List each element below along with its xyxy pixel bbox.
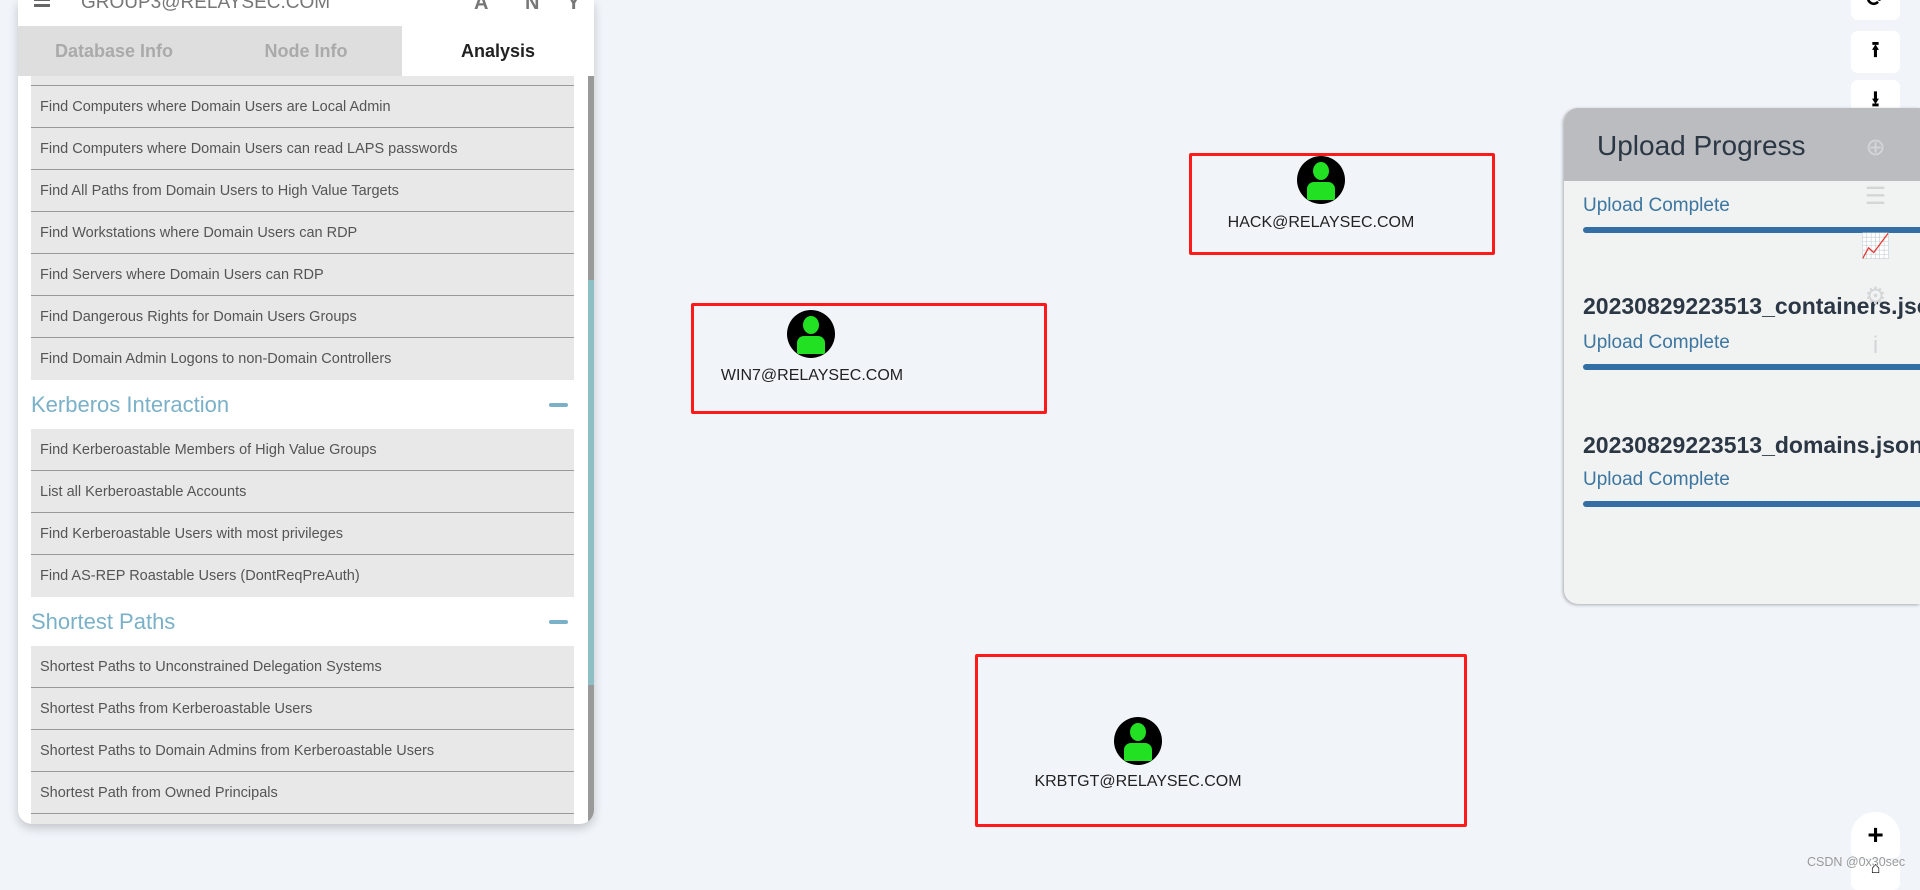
analysis-query-list: Find Computers where Domain Users are Lo… bbox=[31, 76, 574, 824]
list-item[interactable]: Find AS-REP Roastable Users (DontReqPreA… bbox=[31, 555, 574, 597]
highlight-box bbox=[691, 303, 1047, 414]
upload-status: Upload Complete bbox=[1583, 469, 1730, 490]
node-label[interactable]: KRBTGT@RELAYSEC.COM bbox=[1034, 773, 1241, 791]
highlight-box bbox=[975, 654, 1467, 827]
list-item[interactable]: Shortest Paths to Domain Admins from Ker… bbox=[31, 730, 574, 772]
tab-node-info[interactable]: Node Info bbox=[210, 26, 402, 76]
section-title: Kerberos Interaction bbox=[31, 391, 230, 417]
list-item[interactable]: Find Servers where Domain Users can RDP bbox=[31, 254, 574, 296]
section-kerberos-interaction[interactable]: Kerberos Interaction bbox=[31, 380, 574, 429]
upload-circle-icon[interactable]: ⊕ bbox=[1851, 133, 1900, 162]
list-item[interactable] bbox=[31, 76, 574, 86]
settings-icon[interactable]: ⚙ bbox=[1851, 282, 1900, 311]
panel-title: Upload Progress bbox=[1597, 130, 1806, 161]
refresh-icon[interactable]: ⟳ bbox=[1851, 0, 1900, 20]
tab-analysis[interactable]: Analysis bbox=[402, 26, 594, 76]
list-item[interactable]: Find Computers where Domain Users can re… bbox=[31, 128, 574, 170]
sidebar-panel: GROUP3@RELAYSEC.COM A N Y Database Info … bbox=[18, 0, 594, 824]
progress-bar bbox=[1583, 364, 1920, 370]
list-item[interactable]: Shortest Path from Owned Principals bbox=[31, 772, 574, 814]
list-item[interactable]: Find Kerberoastable Users with most priv… bbox=[31, 513, 574, 555]
tab-database-info[interactable]: Database Info bbox=[18, 26, 210, 76]
search-input[interactable]: GROUP3@RELAYSEC.COM bbox=[81, 0, 330, 14]
zoom-in-button[interactable]: + bbox=[1851, 812, 1900, 858]
user-node-icon[interactable] bbox=[1114, 717, 1162, 765]
list-item[interactable]: Find Workstations where Domain Users can… bbox=[31, 212, 574, 254]
node-label[interactable]: HACK@RELAYSEC.COM bbox=[1228, 214, 1415, 232]
list-item[interactable]: Shortest Paths from Kerberoastable Users bbox=[31, 688, 574, 730]
list-item[interactable]: List all Kerberoastable Accounts bbox=[31, 471, 574, 513]
upload-status: Upload Complete bbox=[1583, 195, 1730, 216]
list-item[interactable]: Shortest Paths to Unconstrained Delegati… bbox=[31, 646, 574, 688]
scrollbar-thumb[interactable] bbox=[588, 280, 594, 685]
file-name: 20230829223513_domains.json bbox=[1583, 432, 1920, 458]
bookmark-icon[interactable]: N bbox=[525, 0, 539, 15]
list-item[interactable]: Find All Paths from Domain Users to High… bbox=[31, 170, 574, 212]
upload-icon[interactable]: ⭱ bbox=[1851, 31, 1900, 73]
info-icon[interactable]: i bbox=[1851, 332, 1900, 360]
list-icon[interactable]: ☰ bbox=[1851, 182, 1900, 211]
list-item[interactable] bbox=[31, 814, 574, 824]
watermark: CSDN @0x30sec bbox=[1807, 855, 1906, 869]
upload-status: Upload Complete bbox=[1583, 332, 1730, 353]
search-bar: GROUP3@RELAYSEC.COM A N Y bbox=[18, 0, 594, 26]
section-shortest-paths[interactable]: Shortest Paths bbox=[31, 597, 574, 646]
node-label[interactable]: WIN7@RELAYSEC.COM bbox=[721, 367, 903, 385]
chart-icon[interactable]: 📈 bbox=[1851, 232, 1900, 261]
collapse-icon[interactable] bbox=[549, 619, 568, 624]
filter-icon[interactable]: Y bbox=[567, 0, 580, 15]
section-title: Shortest Paths bbox=[31, 608, 176, 634]
list-item[interactable]: Find Domain Admin Logons to non-Domain C… bbox=[31, 338, 574, 380]
progress-bar bbox=[1583, 501, 1920, 507]
menu-icon[interactable] bbox=[34, 0, 50, 10]
list-item[interactable]: Find Kerberoastable Members of High Valu… bbox=[31, 429, 574, 471]
user-node-icon[interactable] bbox=[1297, 156, 1345, 204]
collapse-icon[interactable] bbox=[549, 402, 568, 407]
font-icon[interactable]: A bbox=[474, 0, 488, 15]
user-node-icon[interactable] bbox=[787, 310, 835, 358]
list-item[interactable]: Find Dangerous Rights for Domain Users G… bbox=[31, 296, 574, 338]
tab-bar: Database Info Node Info Analysis bbox=[18, 26, 594, 76]
list-item[interactable]: Find Computers where Domain Users are Lo… bbox=[31, 86, 574, 128]
